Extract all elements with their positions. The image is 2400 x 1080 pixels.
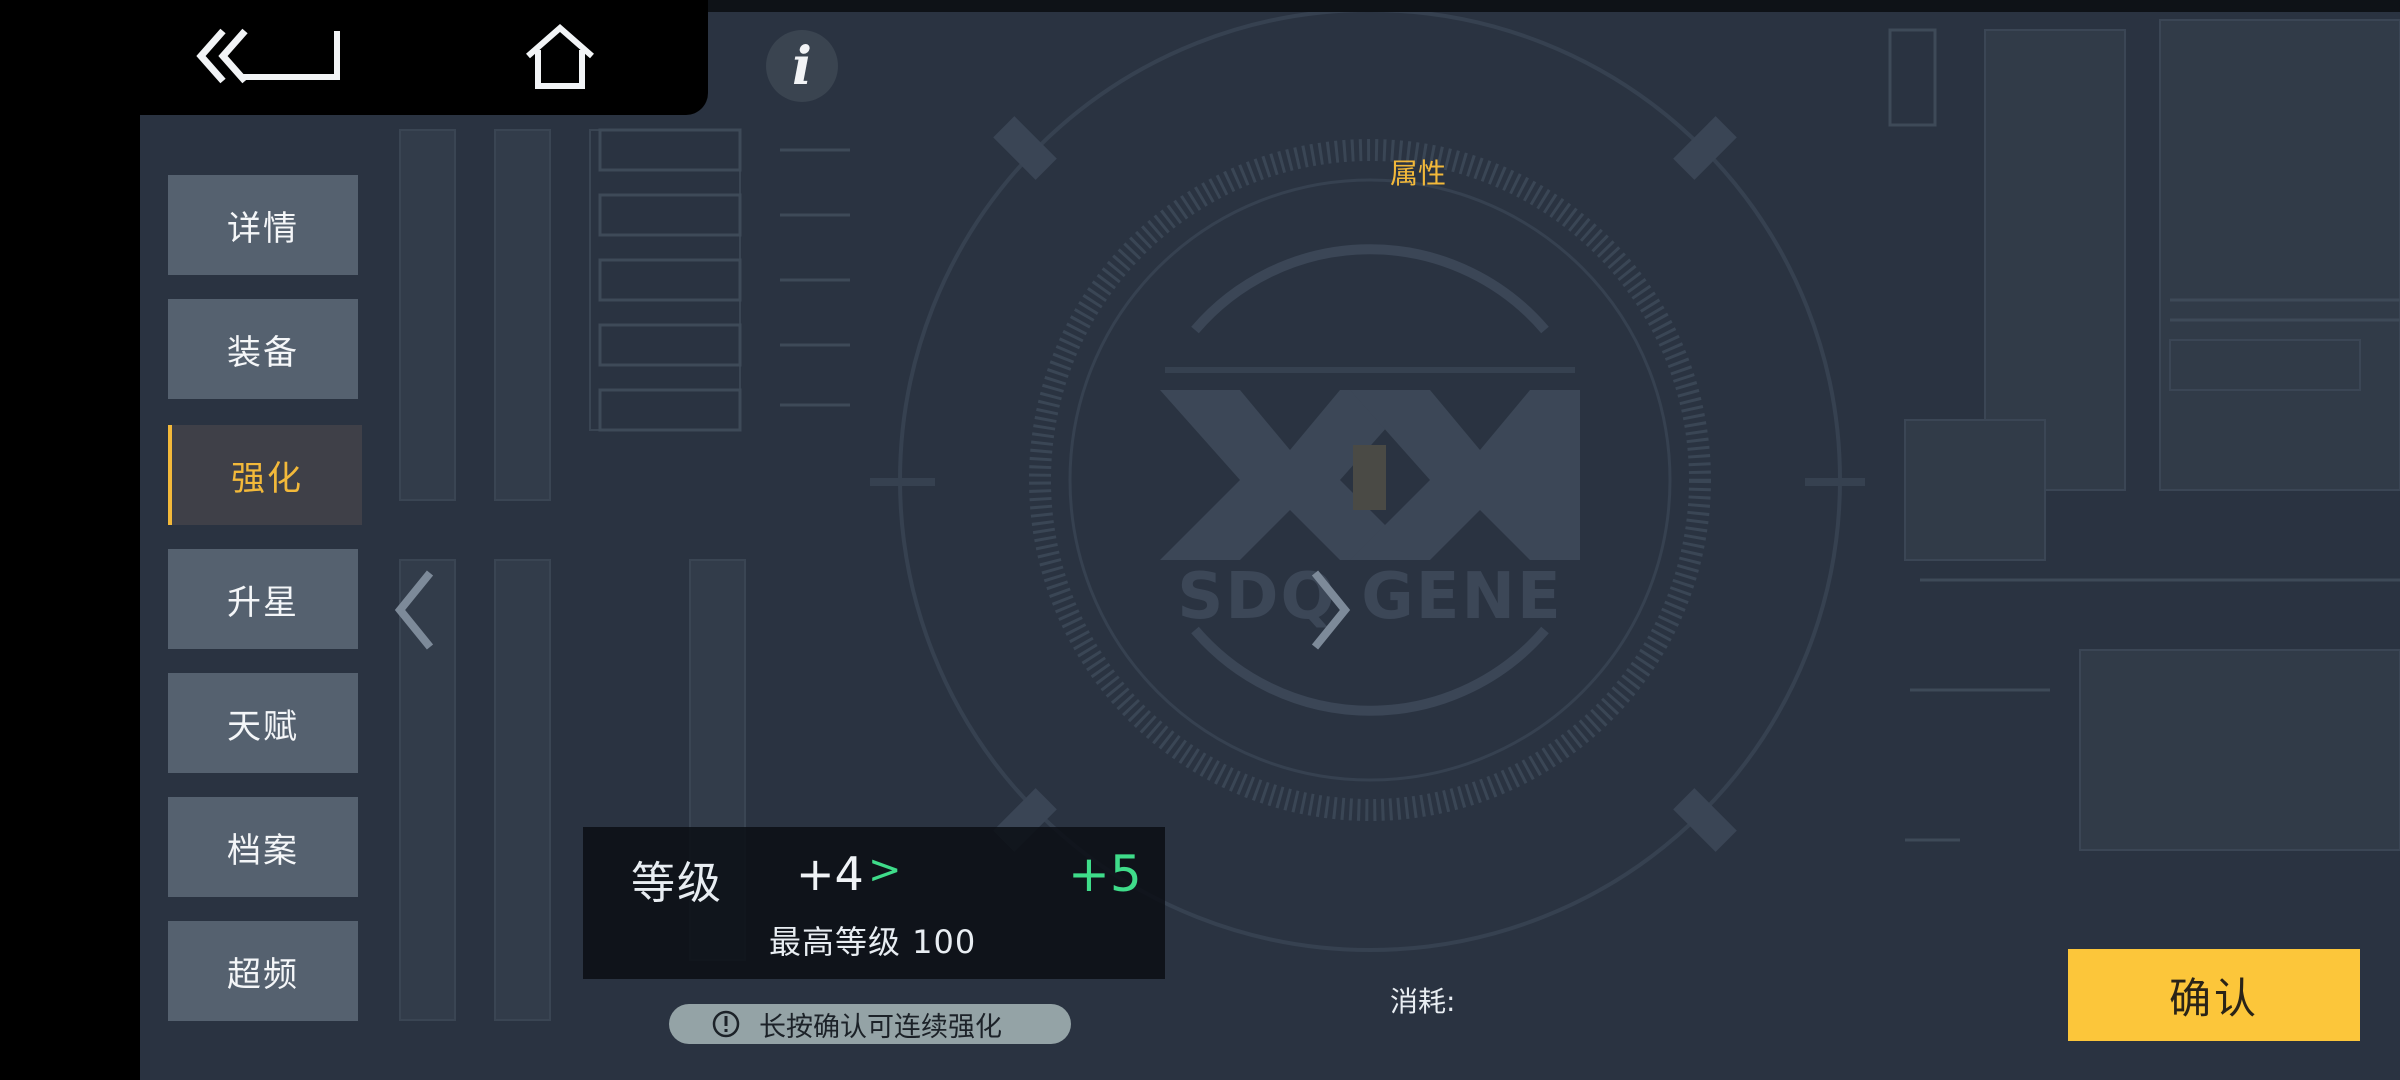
sidebar-item-equipment[interactable]: 装备	[168, 299, 358, 399]
cost-label: 消耗:	[1390, 985, 1456, 1018]
sidebar-item-overclock[interactable]: 超频	[168, 921, 358, 1021]
sidebar-item-archive[interactable]: 档案	[168, 797, 358, 897]
current-level: +4	[796, 847, 864, 901]
level-arrow: >	[868, 847, 902, 893]
svg-text:SDQ GENE: SDQ GENE	[1177, 560, 1562, 634]
max-level-text: 最高等级 100	[769, 923, 977, 961]
back-double-chevron-icon	[196, 28, 340, 84]
next-button[interactable]	[1305, 565, 1355, 655]
sidebar-item-enhance[interactable]: 强化	[168, 425, 362, 525]
level-panel: 等级 +4 > +5 最高等级 100	[583, 827, 1165, 979]
background-circuitry: SDQ GENE	[0, 0, 2400, 1080]
top-stripe	[708, 0, 2400, 12]
home-icon	[526, 24, 594, 89]
hold-to-enhance-hint: 长按确认可连续强化	[669, 1004, 1071, 1044]
sidebar-item-star-up[interactable]: 升星	[168, 549, 358, 649]
previous-button[interactable]	[390, 565, 440, 655]
info-button[interactable]: i	[766, 30, 838, 102]
confirm-button[interactable]: 确认	[2068, 949, 2360, 1041]
back-button[interactable]	[195, 25, 345, 87]
exclamation-circle-icon	[712, 1010, 740, 1038]
next-level: +5	[1068, 845, 1142, 903]
hint-text: 长按确认可连续强化	[759, 1011, 1002, 1043]
top-nav-bar	[0, 0, 708, 115]
sidebar-item-talent[interactable]: 天赋	[168, 673, 358, 773]
home-button[interactable]	[520, 22, 600, 92]
chevron-left-icon	[394, 570, 434, 650]
left-frame	[0, 0, 140, 1080]
sidebar-item-details[interactable]: 详情	[168, 175, 358, 275]
chevron-right-icon	[1311, 570, 1351, 650]
attributes-label: 属性	[1390, 157, 1447, 190]
level-title: 等级	[631, 858, 723, 909]
